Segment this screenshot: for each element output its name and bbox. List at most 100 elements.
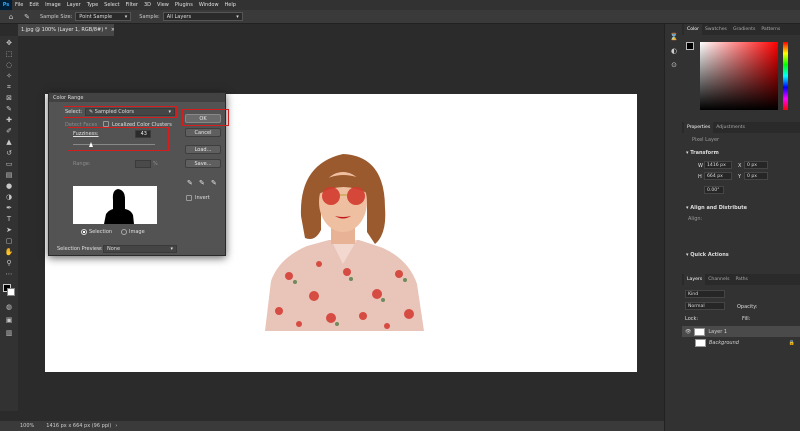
eraser-tool-icon[interactable]: ▭	[3, 159, 15, 169]
gradient-tool-icon[interactable]: ▤	[3, 170, 15, 180]
hand-tool-icon[interactable]: ✋	[3, 247, 15, 257]
stamp-tool-icon[interactable]: ▲	[3, 137, 15, 147]
tab-properties[interactable]: Properties	[684, 122, 714, 133]
path-select-icon[interactable]: ➤	[3, 225, 15, 235]
range-unit: %	[153, 161, 158, 167]
menu-edit[interactable]: Edit	[26, 2, 42, 8]
menu-image[interactable]: Image	[42, 2, 64, 8]
crop-tool-icon[interactable]: ⌗	[3, 82, 15, 92]
highlight-select	[63, 106, 177, 118]
layer-thumbnail	[695, 338, 706, 347]
tab-layers[interactable]: Layers	[684, 274, 706, 285]
height-label: H	[698, 174, 702, 180]
highlight-ok	[182, 109, 229, 126]
sample-select[interactable]: All Layers ▾	[162, 12, 243, 21]
cancel-button[interactable]: Cancel	[185, 128, 221, 137]
pen-tool-icon[interactable]: ✒	[3, 203, 15, 213]
menu-view[interactable]: View	[154, 2, 172, 8]
move-tool-icon[interactable]: ✥	[3, 38, 15, 48]
color-foreground-swatch[interactable]	[686, 42, 694, 50]
width-field[interactable]: 1416 px	[704, 161, 732, 169]
screen-mode-alt-icon[interactable]: ▥	[3, 328, 15, 338]
selection-preview-dropdown[interactable]: None ▾	[103, 245, 177, 253]
menu-layer[interactable]: Layer	[64, 2, 84, 8]
menu-filter[interactable]: Filter	[123, 2, 141, 8]
eyedropper-plus-icon[interactable]: ✎	[199, 179, 205, 187]
range-input[interactable]	[135, 160, 151, 168]
height-field[interactable]: 664 px	[704, 172, 732, 180]
layer-kind-filter[interactable]: Kind	[685, 290, 725, 298]
y-field[interactable]: 0 px	[744, 172, 768, 180]
screen-mode-icon[interactable]: ▣	[3, 315, 15, 325]
zoom-tool-icon[interactable]: ⚲	[3, 258, 15, 268]
eye-icon[interactable]: 👁	[685, 329, 691, 335]
tab-swatches[interactable]: Swatches	[702, 24, 730, 35]
quick-actions-header[interactable]: ▾ Quick Actions	[686, 252, 729, 258]
transform-section-header[interactable]: ▾ Transform	[686, 150, 719, 156]
home-icon[interactable]: ⌂	[6, 12, 16, 22]
tab-patterns[interactable]: Patterns	[758, 24, 783, 35]
save-button[interactable]: Save...	[185, 159, 221, 168]
blend-mode-select[interactable]: Normal	[685, 302, 725, 310]
layer-row[interactable]: Background 🔒	[682, 337, 800, 348]
history-brush-icon[interactable]: ↺	[3, 148, 15, 158]
more-tools-icon[interactable]: ⋯	[3, 269, 15, 279]
photoshop-logo[interactable]: Ps	[0, 0, 12, 10]
blur-tool-icon[interactable]: ●	[3, 181, 15, 191]
menu-3d[interactable]: 3D	[141, 2, 154, 8]
brush-tool-icon[interactable]: ✐	[3, 126, 15, 136]
chevron-right-icon[interactable]: ›	[115, 423, 117, 429]
angle-field[interactable]: 0.00°	[704, 186, 724, 194]
x-field[interactable]: 0 px	[744, 161, 768, 169]
tab-channels[interactable]: Channels	[705, 274, 732, 285]
properties-panel-tabs: Properties Adjustments	[682, 122, 800, 133]
menu-bar: Ps File Edit Image Layer Type Select Fil…	[0, 0, 800, 10]
sample-size-select[interactable]: Point Sample ▾	[75, 12, 132, 21]
tab-paths[interactable]: Paths	[732, 274, 751, 285]
healing-brush-icon[interactable]: ✚	[3, 115, 15, 125]
dialog-title: Color Range	[49, 93, 225, 102]
menu-type[interactable]: Type	[84, 2, 101, 8]
quick-select-tool-icon[interactable]: ✧	[3, 71, 15, 81]
close-icon[interactable]: ×	[111, 27, 114, 33]
document-info[interactable]: 1416 px x 664 px (96 ppi)	[46, 423, 111, 429]
adjustments-icon[interactable]: ◐	[669, 46, 679, 56]
load-button[interactable]: Load...	[185, 145, 221, 154]
frame-tool-icon[interactable]: ⊠	[3, 93, 15, 103]
document-tab-bar: 1.jpg @ 100% (Layer 1, RGB/8#) * ×	[18, 24, 658, 36]
lock-icon: 🔒	[788, 339, 795, 346]
layer-name: Layer 1	[708, 328, 728, 335]
eyedropper-tool-icon[interactable]: ✎	[22, 12, 32, 22]
quick-mask-icon[interactable]: ◍	[3, 302, 15, 312]
artboard-tool-icon[interactable]: ⬚	[3, 49, 15, 59]
menu-select[interactable]: Select	[101, 2, 122, 8]
document-tab[interactable]: 1.jpg @ 100% (Layer 1, RGB/8#) * ×	[18, 24, 114, 36]
invert-checkbox[interactable]	[186, 195, 192, 201]
align-section-header[interactable]: ▾ Align and Distribute	[686, 205, 747, 211]
image-radio[interactable]	[121, 229, 127, 235]
tab-adjustments[interactable]: Adjustments	[713, 122, 748, 133]
tab-color[interactable]: Color	[684, 24, 702, 35]
type-tool-icon[interactable]: T	[3, 214, 15, 224]
hue-slider[interactable]	[783, 42, 788, 110]
tab-gradients[interactable]: Gradients	[730, 24, 758, 35]
shape-tool-icon[interactable]: ▢	[3, 236, 15, 246]
layer-row[interactable]: 👁 Layer 1	[682, 326, 800, 337]
menu-help[interactable]: Help	[222, 2, 239, 8]
zoom-level[interactable]: 100%	[20, 423, 34, 429]
lasso-tool-icon[interactable]: ◌	[3, 60, 15, 70]
color-picker-field[interactable]	[700, 42, 778, 110]
background-color-swatch[interactable]	[7, 288, 15, 296]
dodge-tool-icon[interactable]: ◑	[3, 192, 15, 202]
eyedropper-minus-icon[interactable]: ✎	[211, 179, 217, 187]
eyedropper-icon[interactable]: ✎	[3, 104, 15, 114]
menu-window[interactable]: Window	[196, 2, 222, 8]
width-label: W	[698, 163, 703, 169]
selection-radio[interactable]	[81, 229, 87, 235]
menu-plugins[interactable]: Plugins	[172, 2, 196, 8]
history-icon[interactable]: ⌛	[669, 32, 679, 42]
menu-file[interactable]: File	[12, 2, 26, 8]
eyedropper-icon[interactable]: ✎	[187, 179, 193, 187]
opacity-label: Opacity:	[737, 304, 758, 310]
brush-settings-icon[interactable]: ⊙	[669, 60, 679, 70]
